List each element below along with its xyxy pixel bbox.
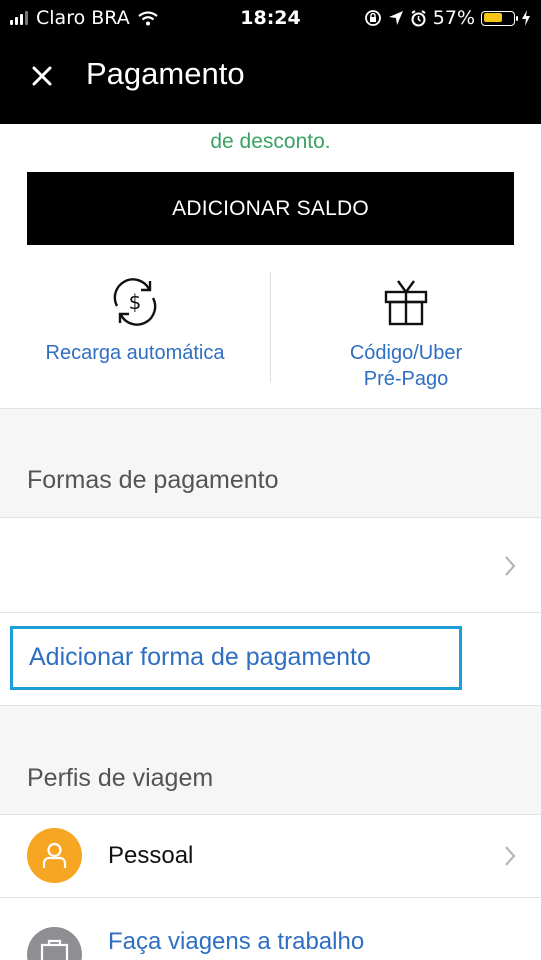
- payment-methods-header: Formas de pagamento: [27, 466, 279, 494]
- personal-avatar: [27, 828, 82, 883]
- work-avatar: [27, 927, 82, 960]
- chevron-right-icon: [505, 556, 516, 576]
- discount-text: de desconto.: [210, 130, 331, 153]
- gift-code-button[interactable]: Código/Uber Pré-Pago: [271, 272, 541, 404]
- add-balance-button[interactable]: ADICIONAR SALDO: [27, 172, 514, 245]
- battery-icon: [481, 10, 518, 26]
- rotation-lock-icon: [364, 10, 381, 26]
- gift-code-label-line2: Pré-Pago: [363, 368, 449, 390]
- briefcase-icon: [40, 939, 69, 960]
- gift-code-label: Código/Uber Pré-Pago: [271, 340, 541, 392]
- battery-percent: 57%: [432, 7, 475, 29]
- status-bar: Claro BRA 18:24 57%: [0, 0, 541, 36]
- close-icon: [32, 66, 52, 86]
- nav-bar: Pagamento: [0, 36, 541, 124]
- add-payment-method-button[interactable]: Adicionar forma de pagamento: [10, 626, 462, 690]
- auto-recharge-label: Recarga automática: [45, 342, 225, 364]
- work-profile-label: Faça viagens a trabalho: [108, 928, 365, 955]
- add-payment-method-label: Adicionar forma de pagamento: [29, 643, 371, 671]
- dollar-refresh-icon: $: [113, 278, 157, 326]
- chevron-right-icon: [505, 846, 516, 866]
- auto-recharge-button[interactable]: $ Recarga automática: [0, 272, 270, 404]
- personal-profile-label: Pessoal: [108, 842, 194, 869]
- charging-bolt-icon: [522, 10, 530, 26]
- payment-method-row[interactable]: [0, 518, 541, 612]
- payment-methods-header-section: Formas de pagamento: [0, 408, 541, 518]
- profile-row-work[interactable]: Faça viagens a trabalho: [0, 898, 541, 960]
- close-button[interactable]: [26, 60, 58, 92]
- gift-code-label-line1: Código/Uber: [349, 342, 463, 364]
- location-arrow-icon: [388, 11, 403, 25]
- profile-row-personal[interactable]: Pessoal: [0, 815, 541, 897]
- alarm-icon: [411, 9, 426, 26]
- person-icon: [42, 842, 67, 868]
- quick-actions: $ Recarga automática Código/Uber Pré-Pag…: [0, 272, 541, 404]
- wallet-card: de desconto. ADICIONAR SALDO $ Recarga a…: [0, 124, 541, 408]
- travel-profiles-header-section: Perfis de viagem: [0, 705, 541, 815]
- page-title: Pagamento: [86, 56, 245, 91]
- svg-text:$: $: [129, 290, 142, 314]
- travel-profiles-header: Perfis de viagem: [27, 764, 214, 792]
- gift-icon: [384, 280, 428, 326]
